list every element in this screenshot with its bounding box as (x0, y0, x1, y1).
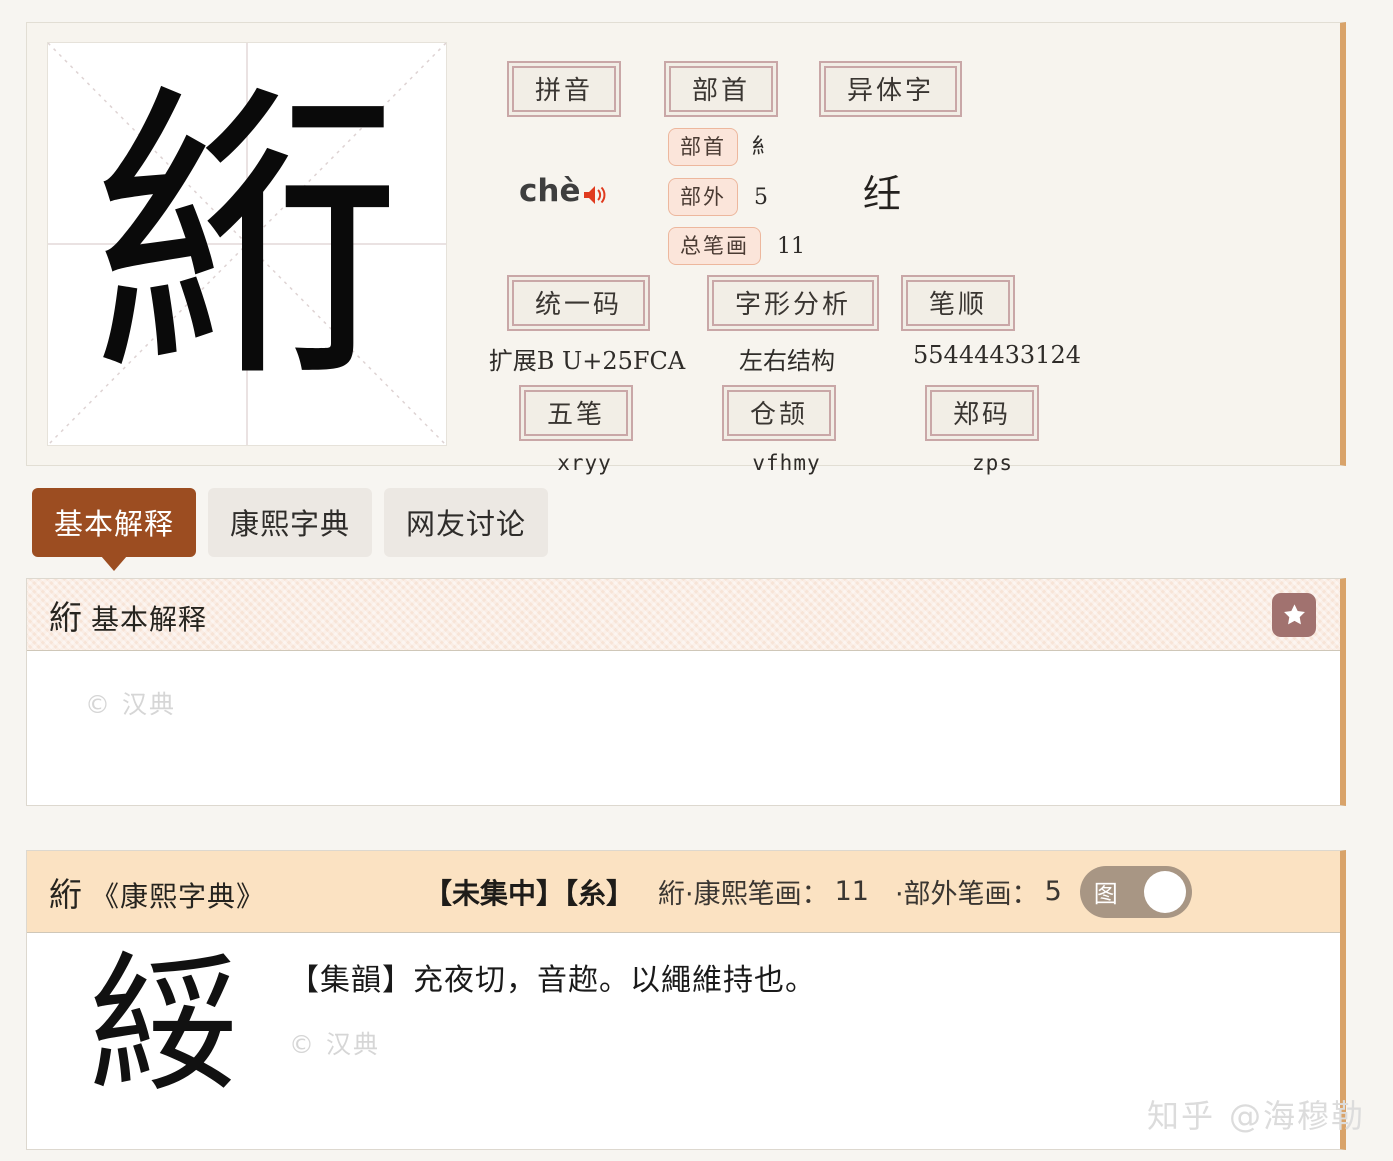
tab-bar: 基本解释 康熙字典 网友讨论 (32, 488, 549, 571)
value-unicode: 扩展B U+25FCA (488, 347, 686, 375)
basic-explanation-card: 絎 基本解释 © 汉典 (26, 578, 1346, 806)
tab-user-discussion[interactable]: 网友讨论 (384, 488, 549, 557)
frame-strokeorder: 笔顺 (901, 275, 1016, 331)
character-glyph-box: 絎 (47, 42, 447, 446)
zhihu-brand: 知乎 (1146, 1097, 1215, 1135)
tab-label: 网友讨论 (406, 507, 527, 541)
pill-bushou: 部首 (668, 128, 738, 166)
header-character: 絎 (49, 874, 83, 914)
main-character: 絎 (92, 59, 402, 420)
pill-buwai: 部外 (668, 178, 738, 216)
frame-pinyin: 拼音 (507, 61, 622, 117)
tab-label: 基本解释 (54, 507, 175, 541)
kangxi-section: 【未集中】【糸】 (424, 876, 635, 910)
kangxi-definition-text: 【集韻】充夜切，音趂。以繩維持也。 (289, 963, 816, 998)
basic-explanation-header: 絎 基本解释 (27, 579, 1340, 651)
header-character: 絎 (49, 597, 83, 637)
value-zongbihua: 11 (777, 234, 805, 259)
kangxi-outer-label: ·部外笔画： (894, 879, 1039, 910)
radical-row-zongbihua: 总笔画 11 (668, 227, 805, 265)
value-strokeorder: 55444433124 (913, 341, 1081, 369)
frame-wubi: 五笔 (519, 385, 634, 441)
frame-structure: 字形分析 (707, 275, 880, 331)
radical-row-buwai: 部外 5 (668, 178, 768, 216)
value-zhengma: zps (972, 451, 1013, 475)
kangxi-stroke-value: 11 (834, 876, 869, 907)
tab-kangxi-dictionary[interactable]: 康熙字典 (208, 488, 373, 557)
star-icon (1283, 603, 1305, 624)
value-bushou: 糹 (752, 135, 775, 160)
frame-radical: 部首 (664, 61, 779, 117)
toggle-label: 图 (1093, 880, 1118, 908)
zhihu-user: @海穆勒 (1228, 1097, 1365, 1135)
tab-basic-explanation[interactable]: 基本解释 (32, 488, 197, 571)
pinyin-text: chè (519, 173, 581, 209)
value-buwai: 5 (754, 185, 768, 210)
basic-explanation-body: © 汉典 (27, 651, 1340, 805)
frame-variant: 异体字 (819, 61, 963, 117)
frame-cangjie: 仓颉 (722, 385, 837, 441)
favorite-button[interactable] (1272, 592, 1316, 637)
toggle-knob (1143, 870, 1186, 913)
book-title: 《康熙字典》 (91, 879, 266, 913)
basic-explanation-title: 絎 基本解释 (49, 591, 207, 639)
dictionary-page: 絎 拼音 部首 异体字 chè 部首 糹 部外 5 总笔画 11 纴 统一码 字… (0, 0, 1393, 1161)
frame-zhengma: 郑码 (925, 385, 1040, 441)
hanxdian-watermark: © 汉典 (289, 1030, 380, 1059)
speaker-icon[interactable] (582, 179, 608, 204)
value-wubi: xryy (557, 451, 612, 475)
frame-unicode: 统一码 (507, 275, 651, 331)
kangxi-character-image: 綏 (89, 939, 240, 1113)
radical-row-bushou: 部首 糹 (668, 128, 774, 166)
kangxi-title: 絎 《康熙字典》 (49, 868, 394, 916)
pinyin-value: chè (519, 173, 608, 209)
image-toggle[interactable]: 图 (1079, 865, 1192, 918)
tab-label: 康熙字典 (230, 507, 351, 541)
header-label: 基本解释 (91, 602, 208, 636)
pill-zongbihua: 总笔画 (668, 227, 761, 265)
value-cangjie: vfhmy (752, 451, 821, 475)
kangxi-outer-value: 5 (1044, 876, 1062, 907)
kangxi-header: 絎 《康熙字典》 【未集中】【糸】 絎·康熙笔画： 11 ·部外笔画： 5 图 (27, 851, 1340, 933)
kangxi-stroke-label: 絎·康熙笔画： (658, 879, 829, 910)
hanxdian-watermark: © 汉典 (85, 690, 176, 719)
kangxi-body: 綏 【集韻】充夜切，音趂。以繩維持也。 © 汉典 (27, 933, 1340, 1149)
zhihu-watermark: 知乎 @海穆勒 (1147, 1091, 1365, 1137)
character-info-panel: 絎 拼音 部首 异体字 chè 部首 糹 部外 5 总笔画 11 纴 统一码 字… (26, 22, 1346, 475)
value-structure: 左右结构 (739, 347, 835, 375)
variant-character: 纴 (863, 172, 902, 216)
